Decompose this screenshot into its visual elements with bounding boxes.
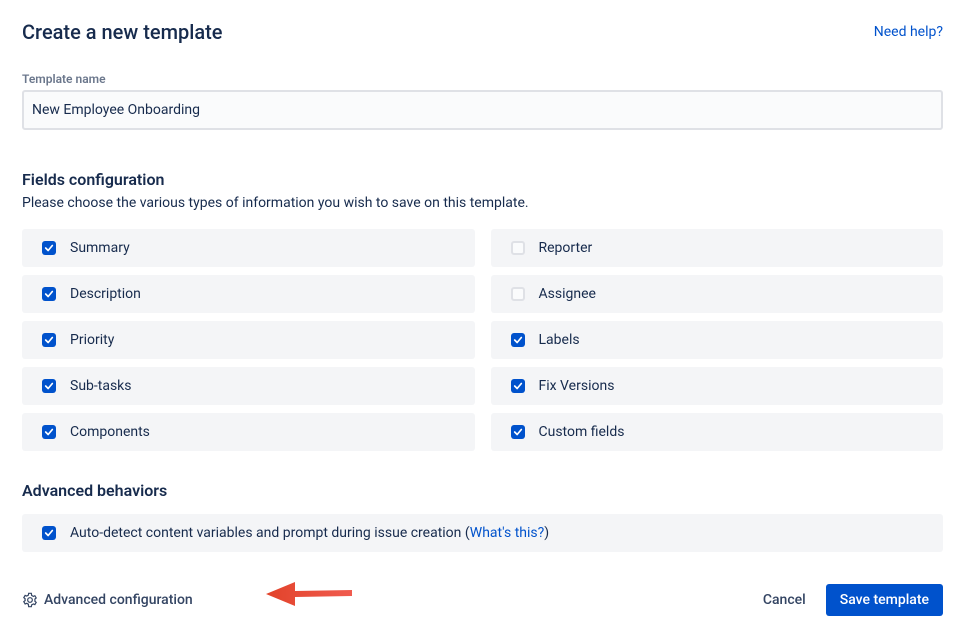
behavior-row-autodetect[interactable]: Auto-detect content variables and prompt… xyxy=(22,514,943,552)
checkbox-subtasks[interactable] xyxy=(42,379,56,393)
cancel-button[interactable]: Cancel xyxy=(759,584,810,616)
page-title: Create a new template xyxy=(22,20,222,44)
field-row-priority[interactable]: Priority xyxy=(22,321,475,359)
fields-config-title: Fields configuration xyxy=(22,170,943,189)
check-icon xyxy=(44,289,54,299)
field-label-priority: Priority xyxy=(70,332,114,348)
field-label-reporter: Reporter xyxy=(539,240,593,256)
template-name-input[interactable] xyxy=(22,90,943,130)
field-row-customfields[interactable]: Custom fields xyxy=(491,413,944,451)
check-icon xyxy=(44,335,54,345)
field-row-description[interactable]: Description xyxy=(22,275,475,313)
check-icon xyxy=(513,427,523,437)
checkbox-reporter[interactable] xyxy=(511,241,525,255)
template-name-group: Template name xyxy=(22,72,943,130)
field-row-reporter[interactable]: Reporter xyxy=(491,229,944,267)
check-icon xyxy=(44,427,54,437)
checkbox-autodetect[interactable] xyxy=(42,526,56,540)
field-label-components: Components xyxy=(70,424,150,440)
field-row-fixversions[interactable]: Fix Versions xyxy=(491,367,944,405)
field-row-assignee[interactable]: Assignee xyxy=(491,275,944,313)
field-label-customfields: Custom fields xyxy=(539,424,625,440)
check-icon xyxy=(513,335,523,345)
field-row-labels[interactable]: Labels xyxy=(491,321,944,359)
footer-row: Advanced configuration Cancel Save templ… xyxy=(22,584,943,616)
checkbox-labels[interactable] xyxy=(511,333,525,347)
checkbox-summary[interactable] xyxy=(42,241,56,255)
behavior-autodetect-text: Auto-detect content variables and prompt… xyxy=(70,525,549,541)
field-row-summary[interactable]: Summary xyxy=(22,229,475,267)
checkbox-priority[interactable] xyxy=(42,333,56,347)
checkbox-assignee[interactable] xyxy=(511,287,525,301)
checkbox-fixversions[interactable] xyxy=(511,379,525,393)
template-name-label: Template name xyxy=(22,72,943,86)
checkbox-description[interactable] xyxy=(42,287,56,301)
field-label-labels: Labels xyxy=(539,332,580,348)
behavior-text-after: ) xyxy=(544,525,549,541)
checkbox-customfields[interactable] xyxy=(511,425,525,439)
check-icon xyxy=(44,528,54,538)
field-row-components[interactable]: Components xyxy=(22,413,475,451)
advanced-configuration-button[interactable]: Advanced configuration xyxy=(22,592,193,608)
field-row-subtasks[interactable]: Sub-tasks xyxy=(22,367,475,405)
check-icon xyxy=(44,381,54,391)
gear-icon xyxy=(22,592,38,608)
field-label-summary: Summary xyxy=(70,240,130,256)
need-help-link[interactable]: Need help? xyxy=(874,24,943,40)
field-label-description: Description xyxy=(70,286,141,302)
save-template-button[interactable]: Save template xyxy=(826,584,943,616)
behavior-text-before: Auto-detect content variables and prompt… xyxy=(70,525,470,541)
field-label-subtasks: Sub-tasks xyxy=(70,378,132,394)
advanced-behaviors-title: Advanced behaviors xyxy=(22,481,943,500)
fields-config-desc: Please choose the various types of infor… xyxy=(22,195,943,211)
check-icon xyxy=(44,243,54,253)
check-icon xyxy=(513,381,523,391)
advanced-config-label: Advanced configuration xyxy=(44,592,193,608)
whats-this-link[interactable]: What's this? xyxy=(470,525,544,541)
checkbox-components[interactable] xyxy=(42,425,56,439)
fields-grid: Summary Reporter Description Assignee Pr… xyxy=(22,229,943,451)
field-label-fixversions: Fix Versions xyxy=(539,378,615,394)
advanced-behaviors-section: Advanced behaviors Auto-detect content v… xyxy=(22,481,943,552)
footer-actions: Cancel Save template xyxy=(759,584,943,616)
field-label-assignee: Assignee xyxy=(539,286,596,302)
